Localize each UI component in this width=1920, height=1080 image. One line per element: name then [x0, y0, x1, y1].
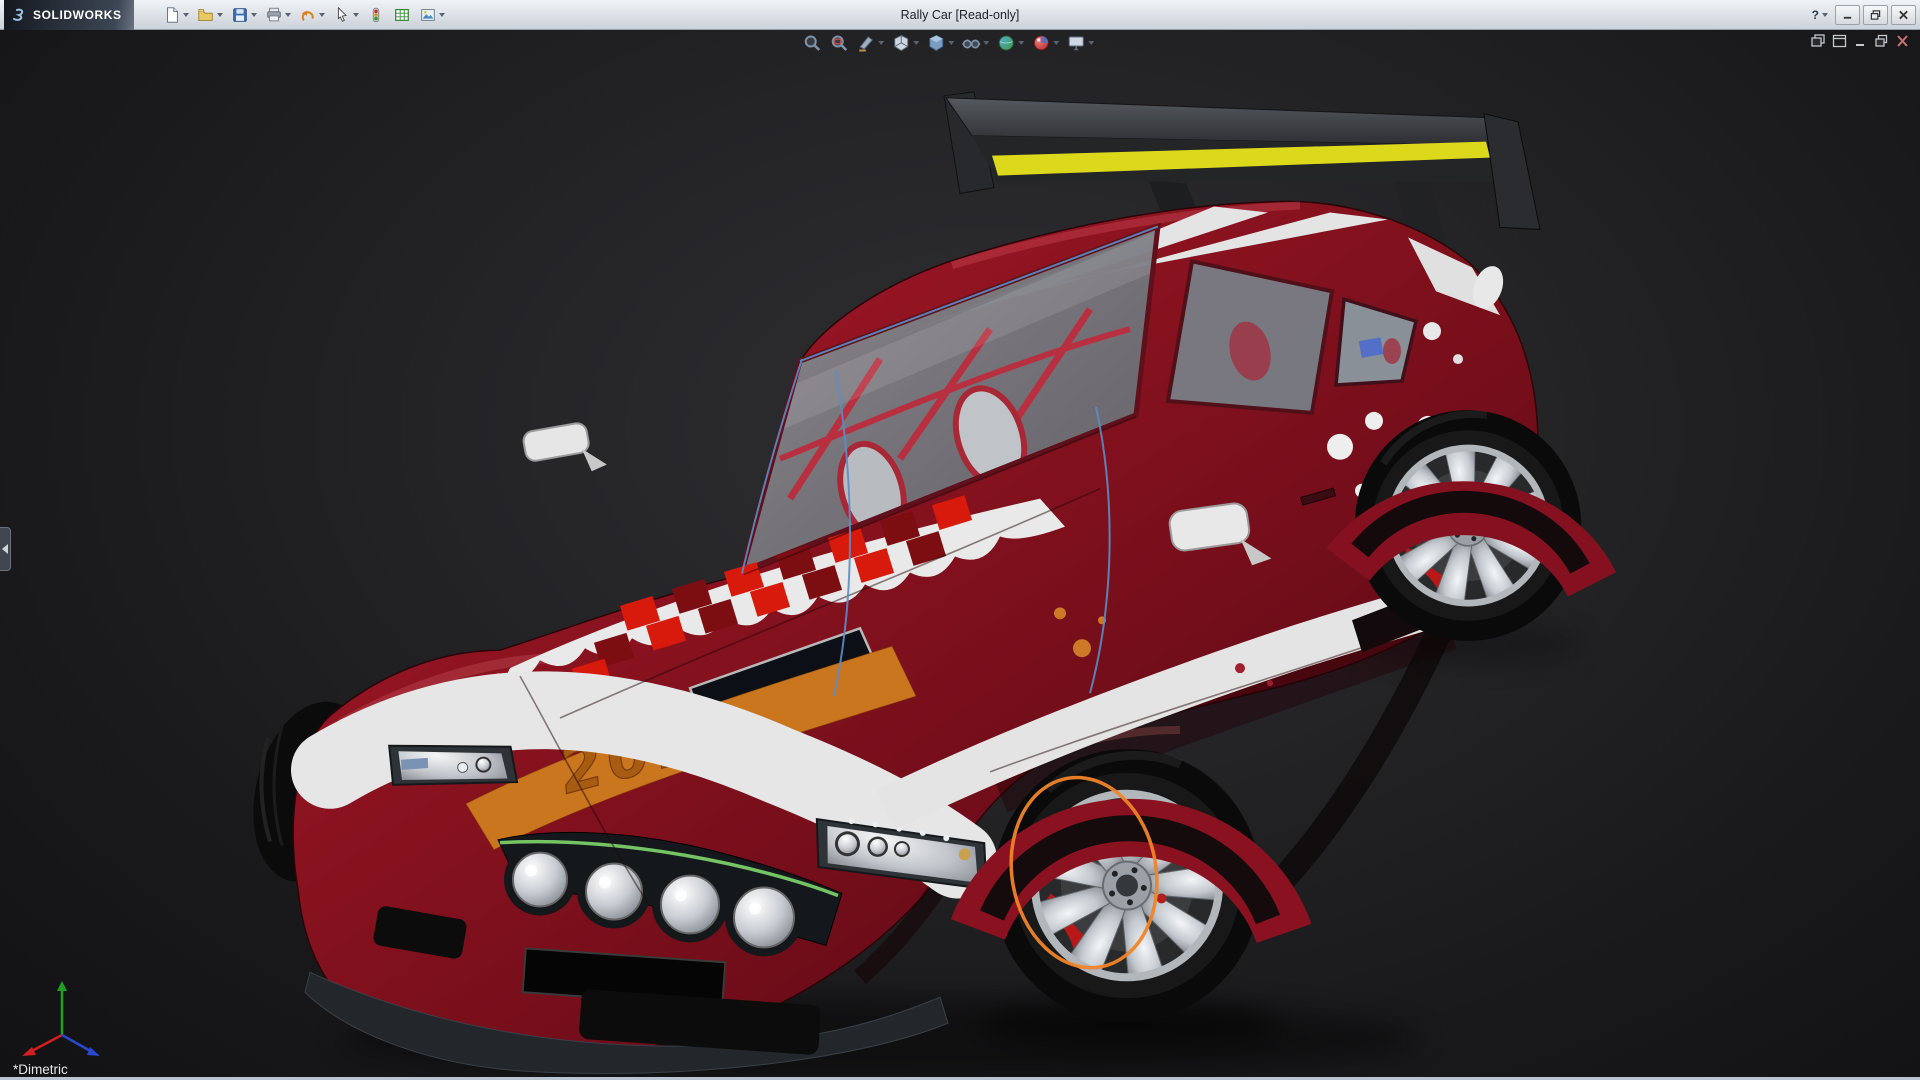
doc-restore-icon — [1874, 34, 1889, 48]
display-style-icon — [926, 33, 946, 53]
zoom-to-fit-button[interactable] — [801, 33, 823, 53]
dropdown-caret — [1018, 41, 1024, 45]
minimize-button[interactable] — [1835, 5, 1860, 25]
zoom-to-area-icon — [829, 33, 849, 53]
select-button[interactable] — [330, 4, 362, 26]
view-orientation-cube-icon — [891, 33, 911, 53]
rebuild-icon — [367, 6, 385, 24]
edit-appearance-button[interactable] — [1030, 33, 1060, 53]
select-cursor-icon — [333, 6, 351, 24]
edit-appearance-ball-icon — [1031, 33, 1051, 53]
section-view-button[interactable] — [855, 33, 885, 53]
heads-up-toolbar — [801, 33, 1095, 53]
feature-panel-tab[interactable] — [0, 527, 11, 571]
dropdown-caret — [913, 41, 919, 45]
doc-minimize-icon — [1853, 34, 1868, 48]
window-title: Rally Car [Read-only] — [901, 8, 1020, 22]
restore-icon — [1870, 9, 1881, 21]
dropdown-caret — [1053, 41, 1059, 45]
image-icon — [419, 6, 437, 24]
print-button[interactable] — [262, 4, 294, 26]
dropdown-caret — [948, 41, 954, 45]
dropdown-caret — [983, 41, 989, 45]
view-orientation-button[interactable] — [890, 33, 920, 53]
zoom-to-area-button[interactable] — [828, 33, 850, 53]
help-label: ? — [1812, 8, 1819, 22]
print-icon — [265, 6, 283, 24]
doc-restore-button[interactable] — [1874, 34, 1889, 48]
car-render: 2012 — [0, 30, 1920, 1077]
minimize-icon — [1842, 9, 1853, 21]
zoom-to-fit-icon — [802, 33, 822, 53]
new-document-icon — [163, 6, 181, 24]
dropdown-caret — [878, 41, 884, 45]
dropdown-caret — [353, 13, 359, 17]
save-icon — [231, 6, 249, 24]
view-settings-icon — [1066, 33, 1086, 53]
rebuild-button[interactable] — [364, 4, 388, 26]
cascade-windows-icon — [1811, 34, 1826, 48]
dassault-logo-icon — [10, 7, 28, 23]
new-document-button[interactable] — [160, 4, 192, 26]
solidworks-logo: SOLIDWORKS — [4, 0, 134, 30]
window-controls: ? — [1808, 5, 1916, 25]
open-document-button[interactable] — [194, 4, 226, 26]
solidworks-window: SOLIDWORKS — [0, 0, 1920, 1080]
dropdown-caret — [1822, 13, 1828, 17]
standard-toolbar — [160, 4, 448, 26]
design-table-button[interactable] — [390, 4, 414, 26]
hide-show-glasses-icon — [961, 33, 981, 53]
view-settings-button[interactable] — [1065, 33, 1095, 53]
titlebar: SOLIDWORKS — [0, 0, 1920, 30]
save-button[interactable] — [228, 4, 260, 26]
cascade-windows-button[interactable] — [1811, 34, 1826, 48]
tile-windows-button[interactable] — [1832, 34, 1847, 48]
hide-show-items-button[interactable] — [960, 33, 990, 53]
graphics-viewport[interactable]: 2012 — [0, 30, 1920, 1077]
document-window-controls — [1811, 34, 1910, 48]
dropdown-caret — [217, 13, 223, 17]
dropdown-caret — [285, 13, 291, 17]
doc-minimize-button[interactable] — [1853, 34, 1868, 48]
tile-windows-icon — [1832, 34, 1847, 48]
dropdown-caret — [439, 13, 445, 17]
dropdown-caret — [1088, 41, 1094, 45]
design-table-icon — [393, 6, 411, 24]
display-style-button[interactable] — [925, 33, 955, 53]
dropdown-caret — [319, 13, 325, 17]
restore-button[interactable] — [1863, 5, 1888, 25]
doc-close-button[interactable] — [1895, 34, 1910, 48]
image-options-button[interactable] — [416, 4, 448, 26]
apply-scene-button[interactable] — [995, 33, 1025, 53]
undo-icon — [299, 6, 317, 24]
dropdown-caret — [183, 13, 189, 17]
orientation-triad — [16, 973, 112, 1059]
undo-button[interactable] — [296, 4, 328, 26]
spoiler-endplate-right — [1484, 114, 1540, 230]
brand-text: SOLIDWORKS — [33, 8, 122, 22]
open-folder-icon — [197, 6, 215, 24]
apply-scene-globe-icon — [996, 33, 1016, 53]
mirror-left — [522, 419, 607, 482]
dropdown-caret — [251, 13, 257, 17]
section-view-icon — [856, 33, 876, 53]
close-button[interactable] — [1891, 5, 1916, 25]
help-button[interactable]: ? — [1808, 8, 1832, 22]
collapse-arrow-icon — [2, 544, 8, 554]
doc-close-icon — [1895, 34, 1910, 48]
close-icon — [1898, 9, 1909, 21]
orientation-label: *Dimetric — [13, 1062, 68, 1077]
